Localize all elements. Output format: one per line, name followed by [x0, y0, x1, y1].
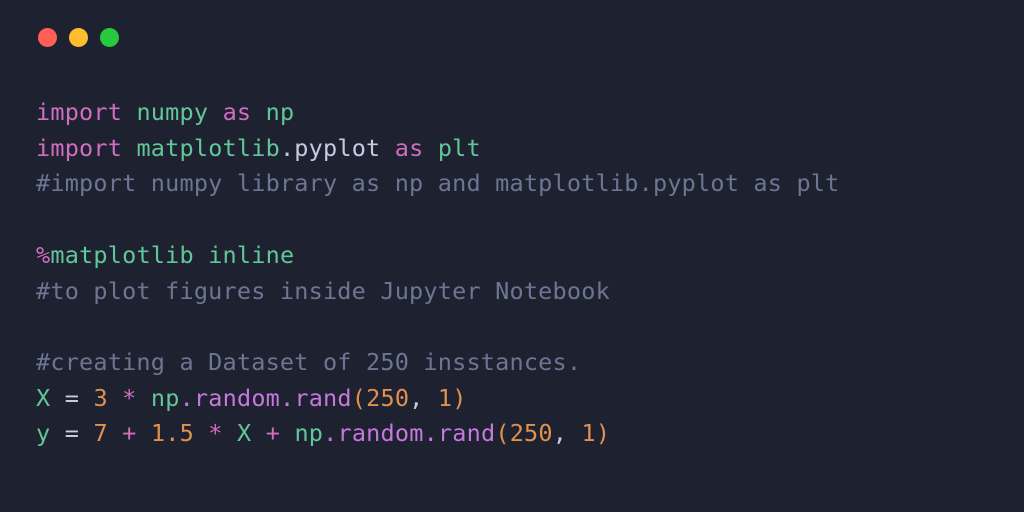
operator: +: [122, 419, 136, 447]
keyword: import: [36, 98, 122, 126]
alias: plt: [438, 134, 481, 162]
attribute: .random.rand: [323, 419, 495, 447]
argument: 1: [438, 384, 452, 412]
identifier: np: [151, 384, 180, 412]
window-traffic-lights: [38, 28, 988, 47]
argument: 1: [581, 419, 595, 447]
variable: X: [36, 384, 50, 412]
keyword: as: [395, 134, 424, 162]
keyword: import: [36, 134, 122, 162]
submodule: pyplot: [294, 134, 380, 162]
close-icon[interactable]: [38, 28, 57, 47]
operator: *: [208, 419, 222, 447]
attribute: .random.rand: [180, 384, 352, 412]
module-name: matplotlib: [136, 134, 279, 162]
number: 3: [93, 384, 107, 412]
argument: 250: [366, 384, 409, 412]
number: 7: [93, 419, 107, 447]
magic-command: matplotlib: [50, 241, 193, 269]
magic-prefix: %: [36, 241, 50, 269]
comment: #import numpy library as np and matplotl…: [36, 169, 840, 197]
identifier: np: [294, 419, 323, 447]
comment: #to plot figures inside Jupyter Notebook: [36, 277, 610, 305]
variable: y: [36, 419, 50, 447]
keyword: as: [223, 98, 252, 126]
identifier: X: [237, 419, 251, 447]
operator: *: [122, 384, 136, 412]
operator: +: [266, 419, 280, 447]
code-block: import numpy as np import matplotlib.pyp…: [36, 95, 988, 452]
magic-arg: inline: [208, 241, 294, 269]
alias: np: [266, 98, 295, 126]
module-name: numpy: [136, 98, 208, 126]
argument: 250: [510, 419, 553, 447]
minimize-icon[interactable]: [69, 28, 88, 47]
number: 1.5: [151, 419, 194, 447]
comment: #creating a Dataset of 250 insstances.: [36, 348, 581, 376]
maximize-icon[interactable]: [100, 28, 119, 47]
